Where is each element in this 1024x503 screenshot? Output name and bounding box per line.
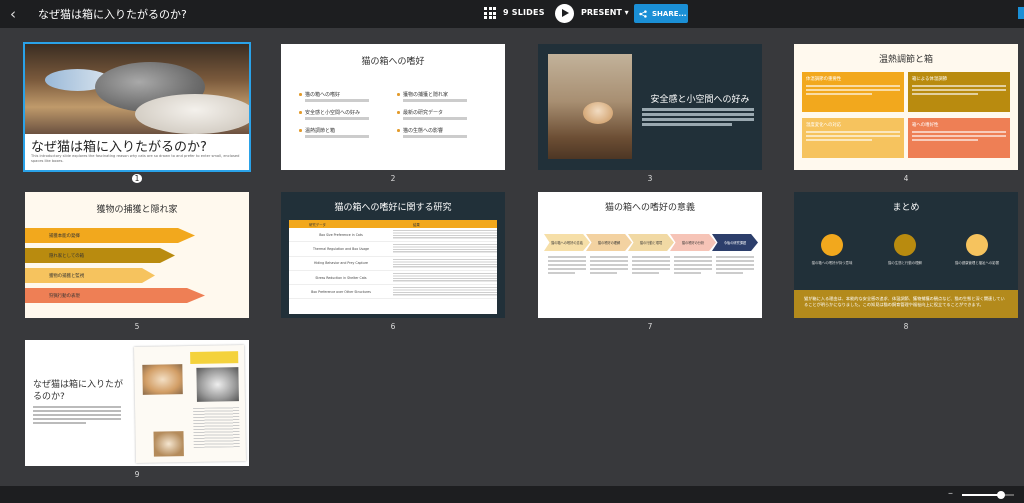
- process-step: 猫の嗜好の分析: [670, 234, 716, 251]
- slide-thumbnail-8[interactable]: まとめ 猫の箱への嗜好が持つ意味 猫の生態と行動の理解 猫の健康管理と福祉への影…: [794, 192, 1018, 318]
- list-item: 最新の研究データ: [397, 109, 495, 120]
- edge-tab[interactable]: [1018, 7, 1024, 19]
- process-step: 猫の嗜好の理解: [586, 234, 632, 251]
- bottom-bar: –: [0, 486, 1024, 503]
- step-text: [674, 256, 712, 276]
- info-box: 箱への嗜好性: [908, 118, 1010, 158]
- step-text: [632, 256, 670, 276]
- zoom-fill: [962, 494, 1001, 496]
- slide-title: 猫の箱への嗜好に関する研究: [334, 203, 452, 213]
- slide-paragraph: [642, 108, 754, 128]
- slide-title: 温熱調節と箱: [878, 55, 933, 65]
- slide-thumbnail-2[interactable]: 猫の箱への嗜好 猫の箱への嗜好 獲物の捕獲と隠れ家 安全感と小空間への好み 最新…: [281, 44, 505, 170]
- slide-number-5: 5: [134, 322, 140, 331]
- cat-photo: [196, 367, 239, 402]
- summary-icon: [821, 234, 843, 256]
- slide-number-1: 1: [25, 174, 249, 183]
- slide-title: 猫の箱への嗜好: [361, 57, 425, 67]
- slide-thumbnail-4[interactable]: 温熱調節と箱 体温調節の重要性 箱による体温調節 温度変化への対応 箱への嗜好性: [794, 44, 1018, 170]
- step-text: [716, 256, 754, 276]
- list-item: 獲物の捕獲と隠れ家: [397, 91, 495, 102]
- document-title: なぜ猫は箱に入りたがるのか?: [38, 8, 187, 21]
- cat-photo: [142, 364, 183, 395]
- arrow-item: 捕獲本能の発揮: [25, 228, 195, 243]
- summary-icon: [894, 234, 916, 256]
- slides-count[interactable]: 9 SLIDES: [503, 8, 545, 17]
- slide-number-4: 4: [903, 174, 909, 183]
- play-icon[interactable]: [555, 4, 574, 23]
- arrow-item: 獲物の捕獲と監視: [25, 268, 155, 283]
- research-table: 研究データ 結果 Box Size Preference in Cats Ther…: [289, 220, 497, 314]
- kitten-image: [583, 102, 613, 124]
- info-box: 温度変化への対応: [802, 118, 904, 158]
- step-text: [548, 256, 586, 276]
- process-step: 猫の行動と環境: [628, 234, 674, 251]
- list-item: 温熱調節と箱: [299, 127, 397, 138]
- slide-title: 猫の箱への嗜好の意義: [604, 203, 695, 213]
- slide-thumbnail-9[interactable]: なぜ猫は箱に入りたがるのか?: [25, 340, 249, 466]
- list-item: 安全感と小空間への好み: [299, 109, 397, 120]
- step-text: [590, 256, 628, 276]
- cat-image-white: [135, 94, 249, 134]
- share-label: SHARE...: [652, 9, 687, 18]
- list-item: 猫の箱への嗜好: [299, 91, 397, 102]
- slide-title: 獲物の捕獲と隠れ家: [96, 205, 178, 215]
- summary-point: 猫の生態と行動の理解: [888, 261, 922, 265]
- info-box: 体温調節の重要性: [802, 72, 904, 112]
- slide-paragraph: [33, 406, 121, 426]
- cat-photo: [153, 431, 184, 457]
- process-step: 猫の箱への嗜好の意義: [544, 234, 590, 251]
- slide-description: This introductory slide explores the fas…: [31, 154, 240, 164]
- cat-photo: [25, 44, 249, 134]
- summary-point: 猫の健康管理と福祉への影響: [954, 261, 1000, 265]
- table-row: Stress Reduction in Shelter Cats: [289, 271, 497, 286]
- process-step: 今後の研究課題: [712, 234, 758, 251]
- slide-number-2: 2: [390, 174, 396, 183]
- zoom-slider[interactable]: [962, 491, 1014, 499]
- summary-icon: [966, 234, 988, 256]
- slide-title: なぜ猫は箱に入りたがるのか?: [31, 140, 207, 155]
- slide-title: なぜ猫は箱に入りたがるのか?: [33, 380, 124, 402]
- share-button[interactable]: SHARE...: [634, 4, 688, 23]
- magazine-image: [133, 345, 247, 463]
- slide-number-9: 9: [134, 470, 140, 479]
- slide-number-8: 8: [903, 322, 909, 331]
- share-icon: [639, 9, 647, 18]
- zoom-knob[interactable]: [997, 491, 1005, 499]
- arrow-item: 隠れ家としての箱: [25, 248, 175, 263]
- topic-list: 猫の箱への嗜好 獲物の捕獲と隠れ家 安全感と小空間への好み 最新の研究データ 温…: [299, 91, 495, 138]
- slide-thumbnail-7[interactable]: 猫の箱への嗜好の意義 猫の箱への嗜好の意義 猫の嗜好の理解 猫の行動と環境 猫の…: [538, 192, 762, 318]
- table-row: Box Size Preference in Cats: [289, 228, 497, 243]
- table-header: 研究データ 結果: [289, 220, 497, 228]
- slide-thumbnail-5[interactable]: 獲物の捕獲と隠れ家 捕獲本能の発揮 隠れ家としての箱 獲物の捕獲と監視 狩猟行動…: [25, 192, 249, 318]
- slide-title: まとめ: [892, 203, 920, 213]
- slide-title: 安全感と小空間への好み: [650, 95, 750, 105]
- slide-number-6: 6: [390, 322, 396, 331]
- back-arrow-icon[interactable]: ‹: [0, 0, 26, 28]
- arrow-item: 狩猟行動の表現: [25, 288, 205, 303]
- slide-thumbnail-1[interactable]: なぜ猫は箱に入りたがるのか? This introductory slide e…: [23, 42, 251, 172]
- list-item: 猫の生態への影響: [397, 127, 495, 138]
- info-box: 箱による体温調節: [908, 72, 1010, 112]
- table-row: Thermal Regulation and Box Usage: [289, 242, 497, 257]
- summary-band: 猫が箱に入る理由は、本能的な安全感の追求、体温調節、獲物捕獲の観点など、猫の生態…: [794, 290, 1018, 318]
- slide-number-3: 3: [647, 174, 653, 183]
- cat-in-box-photo: [548, 54, 632, 159]
- table-row: Hiding Behavior and Prey Capture: [289, 257, 497, 271]
- summary-point: 猫の箱への嗜好が持つ意味: [811, 261, 853, 265]
- zoom-out-icon[interactable]: –: [948, 488, 953, 499]
- slide-thumbnail-3[interactable]: 安全感と小空間への好み: [538, 44, 762, 170]
- table-row: Box Preference over Other Structures: [289, 285, 497, 300]
- slide-thumbnail-6[interactable]: 猫の箱への嗜好に関する研究 研究データ 結果 Box Size Preferenc…: [281, 192, 505, 318]
- grid-view-icon[interactable]: [484, 7, 496, 19]
- present-button[interactable]: PRESENT ▾: [581, 8, 629, 17]
- slide-number-7: 7: [647, 322, 653, 331]
